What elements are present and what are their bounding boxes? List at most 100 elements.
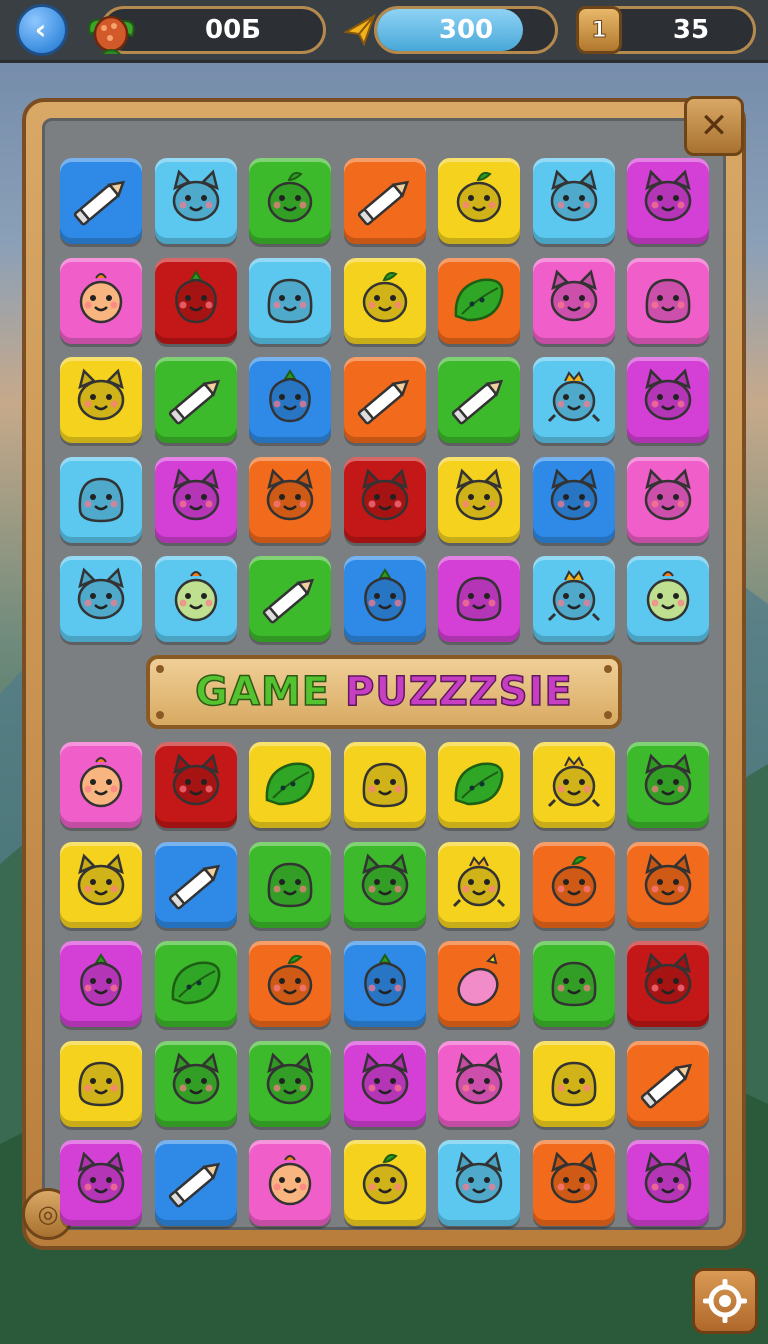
tile-cat[interactable] (154, 1040, 237, 1127)
tile-blob[interactable] (249, 841, 331, 928)
tile-cat[interactable] (627, 456, 709, 543)
cat-icon (644, 1151, 692, 1204)
tile-dino[interactable] (532, 556, 615, 642)
pencil-icon (357, 379, 409, 425)
blob-icon (645, 278, 691, 323)
tile-fruit-face[interactable] (249, 941, 331, 1027)
tile-pencil[interactable] (343, 357, 426, 443)
tile-pencil[interactable] (249, 556, 331, 642)
pencil-icon (262, 578, 315, 624)
tile-pencil[interactable] (438, 357, 520, 443)
fruit-face-icon (551, 855, 596, 906)
tile-dino[interactable] (532, 742, 615, 828)
tile-cat[interactable] (154, 742, 237, 828)
tile-cat[interactable] (627, 357, 709, 443)
tile-cat[interactable] (438, 1140, 520, 1226)
fruit-count: 00Ƃ (205, 15, 261, 45)
tile-pencil[interactable] (154, 841, 237, 928)
tile-cat[interactable] (532, 456, 615, 543)
tile-cat[interactable] (343, 1040, 426, 1127)
tile-cat[interactable] (249, 456, 331, 543)
tile-blob[interactable] (343, 742, 426, 828)
tile-berry-face[interactable] (343, 941, 426, 1027)
tile-fruit-face[interactable] (249, 158, 331, 244)
tile-cat[interactable] (627, 1140, 709, 1226)
tile-cat[interactable] (249, 1040, 331, 1127)
tile-cat[interactable] (60, 357, 142, 443)
tile-leaf[interactable] (249, 742, 331, 828)
tile-pencil[interactable] (627, 1040, 709, 1127)
tile-cat[interactable] (343, 841, 426, 928)
tile-cat[interactable] (627, 841, 709, 928)
tile-leaf[interactable] (154, 941, 237, 1027)
energy-meter: 300 (374, 6, 558, 54)
tile-blob[interactable] (60, 1040, 142, 1127)
tile-blob[interactable] (532, 1040, 615, 1127)
cat-icon (550, 169, 597, 222)
pencil-icon (451, 379, 504, 425)
pencil-icon (73, 180, 126, 226)
dino-icon (547, 371, 600, 423)
tile-dino[interactable] (438, 841, 520, 928)
tile-cat[interactable] (532, 158, 615, 244)
tile-fruit-face[interactable] (343, 257, 426, 344)
tile-chick[interactable] (249, 1140, 331, 1226)
settings-button[interactable] (692, 1268, 758, 1334)
tile-berry[interactable] (438, 941, 520, 1027)
paper-plane-icon (340, 10, 380, 50)
tile-berry-face[interactable] (60, 941, 142, 1027)
tile-chick[interactable] (154, 556, 237, 642)
tile-blob[interactable] (249, 257, 331, 344)
tile-cat[interactable] (627, 941, 709, 1027)
chick-icon (174, 571, 217, 622)
tile-cat[interactable] (627, 742, 709, 828)
tile-berry-face[interactable] (154, 257, 237, 344)
cat-icon (172, 169, 219, 222)
back-button[interactable]: ‹ (16, 4, 68, 56)
tile-fruit-face[interactable] (532, 841, 615, 928)
tile-berry-face[interactable] (249, 357, 331, 443)
tile-cat[interactable] (438, 1040, 520, 1127)
tile-dino[interactable] (532, 357, 615, 443)
tile-blob[interactable] (60, 456, 142, 543)
cat-icon (455, 1151, 503, 1204)
tile-pencil[interactable] (343, 158, 426, 244)
tile-chick[interactable] (60, 742, 142, 828)
tile-blob[interactable] (627, 257, 709, 344)
tile-cat[interactable] (60, 1140, 142, 1226)
tile-cat[interactable] (438, 456, 520, 543)
chick-icon (646, 571, 690, 622)
tile-cat[interactable] (627, 158, 709, 244)
dino-icon (452, 855, 506, 907)
tile-berry-face[interactable] (343, 556, 426, 642)
chick-icon (79, 272, 123, 323)
tile-leaf[interactable] (438, 742, 520, 828)
tile-fruit-face[interactable] (438, 158, 520, 244)
berry-face-icon (363, 953, 406, 1007)
level-badge-text: 1 (591, 17, 607, 43)
tile-cat[interactable] (154, 456, 237, 543)
tile-cat[interactable] (154, 158, 237, 244)
tile-blob[interactable] (532, 941, 615, 1027)
gear-icon (703, 1279, 747, 1323)
tile-chick[interactable] (60, 257, 142, 344)
close-button[interactable]: ✕ (684, 96, 744, 156)
tile-cat[interactable] (343, 456, 426, 543)
tile-cat[interactable] (532, 1140, 615, 1226)
dino-icon (547, 570, 600, 622)
tile-blob[interactable] (438, 556, 520, 642)
tile-leaf[interactable] (438, 257, 520, 344)
cat-icon (644, 853, 692, 905)
tile-chick[interactable] (627, 556, 709, 642)
tile-pencil[interactable] (60, 158, 142, 244)
tile-pencil[interactable] (154, 357, 237, 443)
tile-cat[interactable] (60, 556, 142, 642)
cat-icon (644, 368, 692, 421)
cat-icon (172, 468, 219, 520)
cat-icon (550, 1151, 597, 1204)
tile-fruit-face[interactable] (343, 1140, 426, 1226)
tile-pencil[interactable] (154, 1140, 237, 1226)
tile-cat[interactable] (60, 841, 142, 928)
tile-cat[interactable] (532, 257, 615, 344)
cat-icon (172, 753, 219, 806)
